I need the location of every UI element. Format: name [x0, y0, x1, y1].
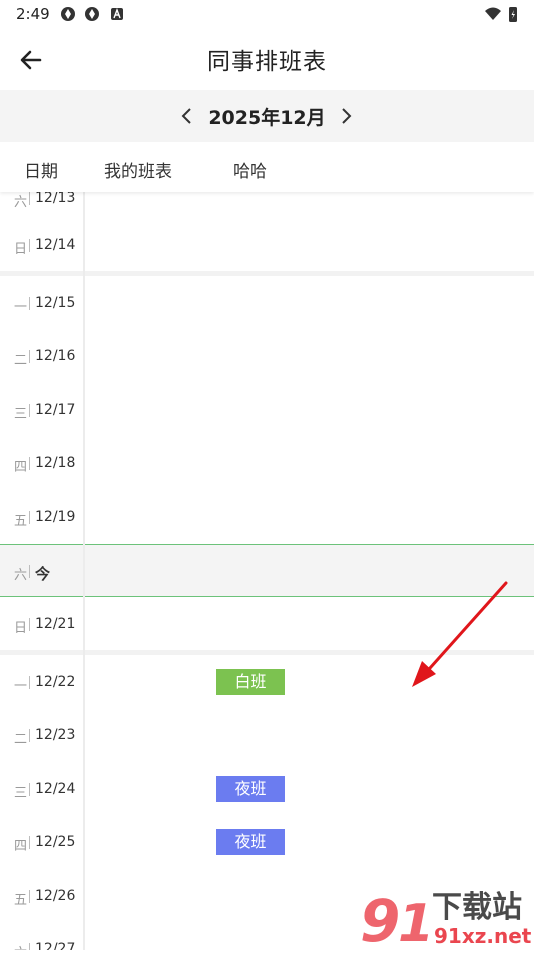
annotation-arrow: [412, 581, 508, 687]
svg-text:1: 1: [398, 894, 434, 950]
weekday-separator: [29, 192, 30, 205]
sync-icon: [61, 7, 75, 21]
chevron-right-icon: [342, 108, 352, 124]
next-month-button[interactable]: [334, 104, 358, 128]
weekday-label: 四: [14, 839, 28, 854]
schedule-row[interactable]: 三 12/17: [0, 384, 534, 437]
status-bar: 2:49: [0, 0, 534, 28]
weekday-separator: [29, 565, 30, 578]
sync-icon-2: [85, 7, 99, 21]
svg-text:91xz.net: 91xz.net: [434, 924, 532, 948]
date-label: 12/15: [35, 295, 76, 311]
weekday-separator: [29, 676, 30, 689]
header-date: 日期: [24, 162, 58, 182]
app-bar: 同事排班表: [0, 28, 534, 90]
date-label: 12/26: [35, 888, 76, 904]
page-title: 同事排班表: [207, 49, 327, 75]
weekday-label: 五: [14, 893, 28, 908]
date-label: 12/21: [35, 616, 76, 632]
weekday-separator: [29, 297, 30, 310]
schedule-row[interactable]: 四 12/18: [0, 437, 534, 490]
weekday-separator: [29, 890, 30, 903]
wifi-icon: [485, 7, 501, 20]
weekday-label: 日: [14, 242, 28, 257]
weekday-separator: [29, 511, 30, 524]
header-my-schedule[interactable]: 我的班表: [104, 157, 172, 182]
date-label: 12/14: [35, 237, 76, 253]
svg-text:下载站: 下载站: [432, 890, 522, 925]
weekday-separator: [29, 783, 30, 796]
weekday-separator: [29, 239, 30, 252]
today-label: 今: [35, 565, 51, 583]
weekday-label: 三: [14, 407, 28, 422]
weekday-label: 一: [14, 300, 28, 315]
weekday-label: 六: [14, 942, 27, 950]
watermark-logo: 9 1 下载站 91xz.net: [360, 885, 534, 954]
day-shift-badge[interactable]: 白班: [216, 669, 285, 695]
weekday-separator: [29, 404, 30, 417]
weekday-separator: [29, 457, 30, 470]
date-label: 12/23: [35, 727, 76, 743]
status-time: 2:49: [16, 5, 50, 23]
schedule-header: 日期 我的班表 哈哈: [0, 142, 534, 192]
date-label: 12/25: [35, 834, 76, 850]
month-label: 2025年12月: [208, 107, 326, 129]
weekday-label: 六: [14, 195, 28, 210]
battery-icon: [509, 7, 517, 22]
schedule-row[interactable]: 五 12/19: [0, 491, 534, 544]
schedule-row[interactable]: 日 12/14: [0, 219, 534, 272]
date-label: 12/13: [35, 192, 76, 206]
weekday-label: 三: [14, 786, 28, 801]
weekday-label: 二: [14, 732, 28, 747]
schedule-grid[interactable]: 六 12/13 日 12/14 一 12/15 二 12/16 三 12/17 四 12/18 五 12/…: [0, 192, 534, 950]
weekday-separator: [29, 350, 30, 363]
date-label: 12/24: [35, 781, 76, 797]
weekday-label: 四: [14, 460, 28, 475]
month-selector: 2025年12月: [0, 90, 534, 142]
date-label: 12/18: [35, 455, 76, 471]
weekday-separator: [29, 836, 30, 849]
date-column-divider: [83, 192, 85, 950]
svg-text:9: 9: [360, 887, 400, 950]
app-notification-icon: [111, 8, 123, 20]
weekday-label: 五: [14, 514, 28, 529]
weekday-label: 二: [14, 353, 28, 368]
date-label: 12/27: [35, 941, 76, 950]
schedule-row[interactable]: 四 12/25 夜班: [0, 816, 534, 869]
weekday-separator: [29, 618, 30, 631]
date-label: 12/22: [35, 674, 76, 690]
night-shift-badge[interactable]: 夜班: [216, 776, 285, 802]
weekday-label: 六: [14, 568, 28, 583]
weekday-separator: [29, 729, 30, 742]
night-shift-badge[interactable]: 夜班: [216, 829, 285, 855]
schedule-row[interactable]: 二 12/16: [0, 330, 534, 383]
date-label: 12/17: [35, 402, 76, 418]
weekday-label: 日: [14, 621, 28, 636]
date-label: 12/19: [35, 509, 76, 525]
header-colleague[interactable]: 哈哈: [233, 157, 267, 182]
schedule-row[interactable]: 三 12/24 夜班: [0, 763, 534, 816]
weekday-separator: [29, 943, 30, 950]
weekday-label: 一: [14, 679, 28, 694]
schedule-row[interactable]: 二 12/23: [0, 709, 534, 762]
date-label: 12/16: [35, 348, 76, 364]
schedule-row[interactable]: 一 12/15: [0, 277, 534, 330]
